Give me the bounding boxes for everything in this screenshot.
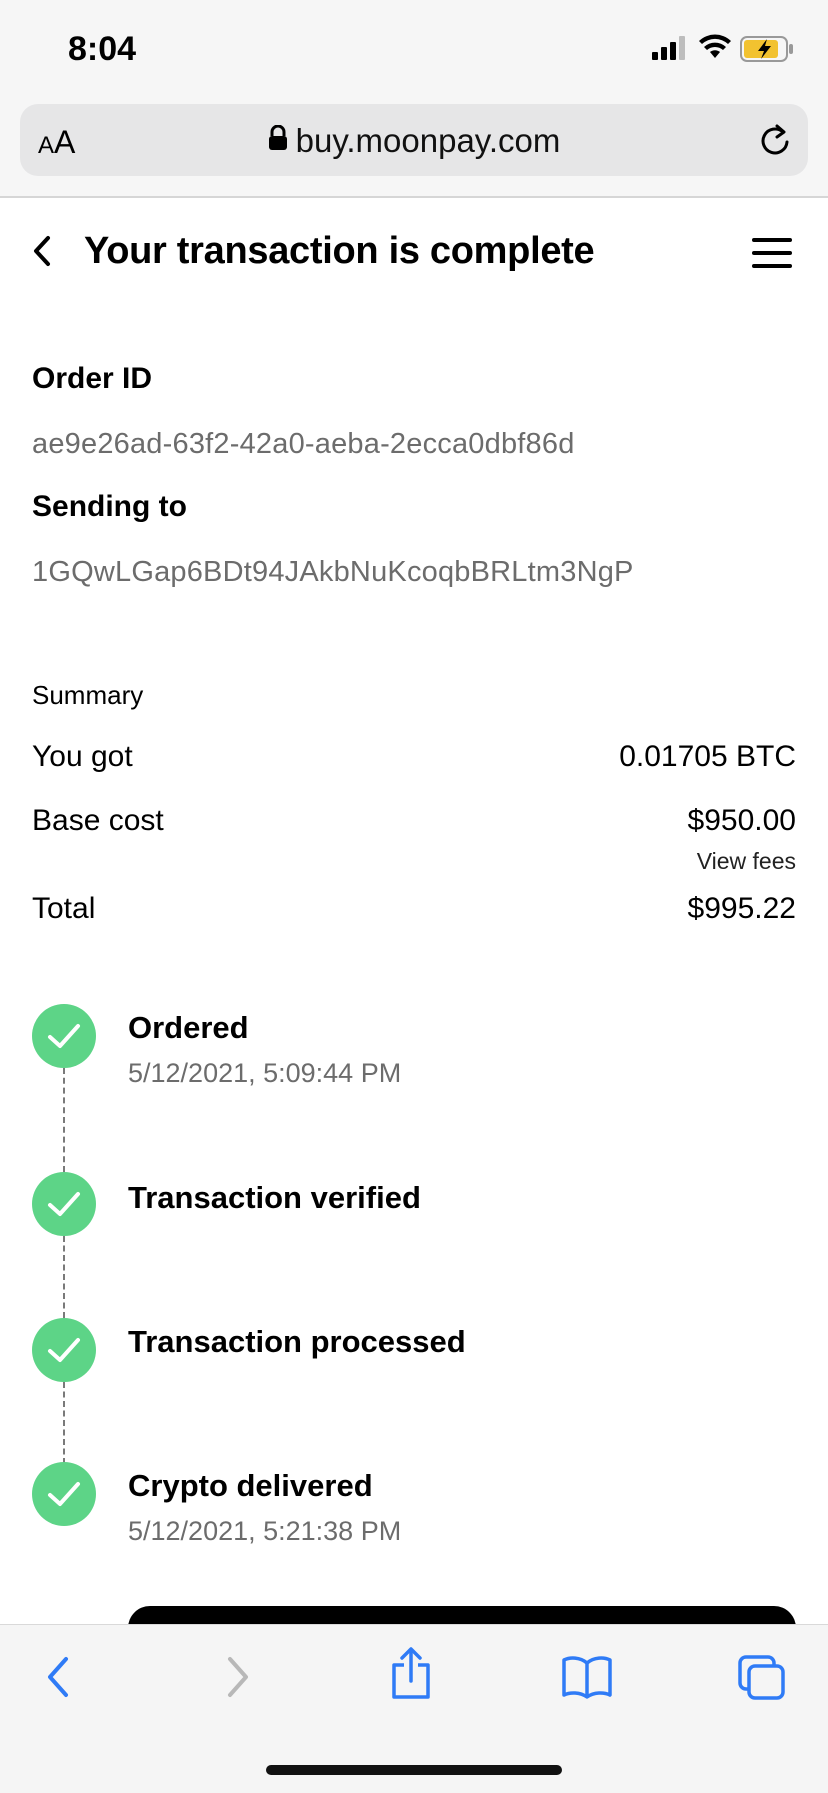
step-date: 5/12/2021, 5:09:44 PM — [128, 1058, 402, 1088]
summary-row-base-cost: Base cost $950.00 — [32, 804, 796, 838]
wifi-icon — [698, 34, 732, 65]
summary-row-total: Total $995.22 — [32, 892, 796, 926]
checkmark-icon — [32, 1172, 96, 1236]
timeline-connector — [63, 1068, 65, 1172]
back-chevron-icon[interactable] — [30, 232, 54, 275]
status-bar: 8:04 — [0, 0, 828, 100]
step-title: Ordered — [128, 1010, 249, 1045]
checkmark-icon — [32, 1004, 96, 1068]
step-title: Transaction verified — [128, 1180, 421, 1215]
total-label: Total — [32, 892, 96, 925]
tabs-icon[interactable] — [738, 1655, 786, 1706]
sending-to-label: Sending to — [32, 490, 187, 523]
browser-toolbar — [0, 1624, 828, 1793]
home-indicator — [266, 1765, 562, 1775]
page-header: Your transaction is complete — [0, 200, 828, 310]
base-cost-value: $950.00 — [687, 804, 796, 837]
reload-icon[interactable] — [758, 122, 792, 163]
order-id-value: ae9e26ad-63f2-42a0-aeba-2ecca0dbf86d — [32, 428, 575, 460]
address-bar[interactable]: AA buy.moonpay.com — [20, 104, 808, 176]
order-id-label: Order ID — [32, 362, 153, 395]
summary-row-you-got: You got 0.01705 BTC — [32, 740, 796, 774]
lock-icon — [268, 121, 288, 159]
step-title: Transaction processed — [128, 1324, 466, 1359]
step-title: Crypto delivered — [128, 1468, 373, 1503]
total-value: $995.22 — [687, 892, 796, 925]
timeline-connector — [63, 1236, 65, 1318]
you-got-label: You got — [32, 740, 133, 773]
browser-forward-icon[interactable] — [222, 1655, 252, 1704]
summary-heading: Summary — [32, 680, 144, 710]
sending-to-address: 1GQwLGap6BDt94JAkbNuKcoqbBRLtm3NgP — [32, 556, 634, 588]
base-cost-label: Base cost — [32, 804, 164, 837]
view-fees-link[interactable]: View fees — [697, 848, 796, 875]
you-got-value: 0.01705 BTC — [619, 740, 796, 773]
status-time: 8:04 — [68, 30, 137, 68]
page-title: Your transaction is complete — [84, 230, 595, 272]
browser-back-icon[interactable] — [44, 1655, 74, 1704]
checkmark-icon — [32, 1462, 96, 1526]
url-text: buy.moonpay.com — [295, 122, 561, 159]
browser-address-area: AA buy.moonpay.com — [0, 100, 828, 198]
step-date: 5/12/2021, 5:21:38 PM — [128, 1516, 402, 1546]
share-icon[interactable] — [390, 1647, 432, 1704]
cellular-signal-icon — [652, 36, 688, 65]
checkmark-icon — [32, 1318, 96, 1382]
url-display[interactable]: buy.moonpay.com — [20, 122, 808, 162]
timeline-connector — [63, 1382, 65, 1464]
battery-charging-icon — [740, 36, 794, 67]
hamburger-menu-icon[interactable] — [752, 238, 792, 273]
bookmarks-icon[interactable] — [562, 1655, 612, 1704]
